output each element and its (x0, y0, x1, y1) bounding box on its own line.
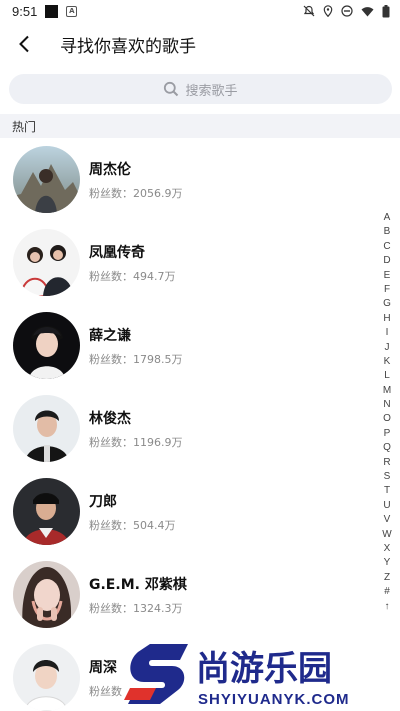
index-letter[interactable]: G (383, 297, 391, 311)
header: 寻找你喜欢的歌手 (0, 22, 400, 66)
index-letter[interactable]: O (383, 412, 391, 426)
singer-name: 周深 (89, 659, 117, 676)
dnd-icon (341, 5, 353, 17)
search-input[interactable]: 搜索歌手 (9, 74, 392, 104)
singer-row[interactable]: 凤凰传奇 粉丝数：494.7万 (0, 221, 380, 304)
singer-list: 周杰伦 粉丝数：2056.9万 凤凰传奇 粉丝数：494.7万 薛之谦 粉丝数：… (0, 138, 380, 711)
index-letter[interactable]: V (384, 513, 391, 527)
singer-avatar (13, 312, 80, 379)
singer-name: 周杰伦 (89, 161, 131, 178)
index-letter[interactable]: T (384, 484, 390, 498)
index-letter[interactable]: Q (383, 441, 391, 455)
back-arrow-icon (19, 35, 29, 53)
singer-name: 刀郎 (89, 493, 117, 510)
fans-count: 粉丝数 (89, 684, 122, 698)
watermark-url: SHYIYUANYK.COM (198, 691, 350, 708)
alphabet-index[interactable]: A B C D E F G H I J K L M N O P Q R S T U V W X Y Z # ↑ (380, 211, 394, 614)
back-button[interactable] (2, 22, 46, 66)
index-letter[interactable]: # (384, 585, 390, 599)
watermark-brand: 尚游乐园 (196, 649, 332, 689)
index-letter[interactable]: W (382, 528, 391, 542)
fans-count: 粉丝数：1324.3万 (89, 601, 183, 615)
fans-count: 粉丝数：1196.9万 (89, 435, 183, 449)
index-letter[interactable]: J (385, 341, 390, 355)
index-letter[interactable]: C (383, 240, 390, 254)
index-letter[interactable]: P (384, 427, 391, 441)
singer-row[interactable]: 刀郎 粉丝数：504.4万 (0, 470, 380, 553)
singer-row[interactable]: 林俊杰 粉丝数：1196.9万 (0, 387, 380, 470)
battery-icon (382, 4, 390, 17)
index-letter[interactable]: X (384, 542, 391, 556)
singer-avatar (13, 395, 80, 462)
index-letter[interactable]: ↑ (385, 600, 390, 614)
singer-name: G.E.M. 邓紫棋 (89, 576, 187, 593)
section-header-hot: 热门 (0, 114, 400, 138)
app-notification-icon: A (66, 5, 78, 17)
index-letter[interactable]: F (384, 283, 390, 297)
singer-avatar (13, 644, 80, 711)
singer-row[interactable]: G.E.M. 邓紫棋 粉丝数：1324.3万 (0, 553, 380, 636)
index-letter[interactable]: Y (384, 556, 391, 570)
fans-count: 粉丝数：494.7万 (89, 269, 176, 283)
index-letter[interactable]: Z (384, 571, 390, 585)
index-letter[interactable]: S (384, 470, 391, 484)
watermark: 尚游乐园 SHYIYUANYK.COM (120, 640, 400, 711)
mute-icon (303, 5, 315, 17)
status-time: 9:51 (12, 3, 38, 19)
index-letter[interactable]: D (383, 254, 390, 268)
search-placeholder: 搜索歌手 (185, 83, 238, 99)
index-letter[interactable]: K (384, 355, 391, 369)
singer-row[interactable]: 薛之谦 粉丝数：1798.5万 (0, 304, 380, 387)
index-letter[interactable]: L (384, 369, 390, 383)
index-letter[interactable]: N (383, 398, 390, 412)
search-icon (164, 81, 179, 97)
location-icon (323, 5, 333, 17)
index-letter[interactable]: E (384, 269, 391, 283)
page-title: 寻找你喜欢的歌手 (60, 36, 196, 57)
index-letter[interactable]: I (386, 326, 389, 340)
fans-count: 粉丝数：2056.9万 (89, 186, 183, 200)
singer-name: 薛之谦 (89, 327, 131, 344)
index-letter[interactable]: H (383, 312, 390, 326)
notification-icon (45, 4, 59, 18)
fans-count: 粉丝数：504.4万 (89, 518, 176, 532)
singer-avatar (13, 229, 80, 296)
singer-avatar (13, 561, 80, 628)
singer-avatar (13, 478, 80, 545)
index-letter[interactable]: R (383, 456, 390, 470)
singer-avatar (13, 146, 80, 213)
index-letter[interactable]: U (383, 499, 390, 513)
singer-row[interactable]: 周杰伦 粉丝数：2056.9万 (0, 138, 380, 221)
index-letter[interactable]: M (383, 384, 391, 398)
index-letter[interactable]: B (384, 225, 391, 239)
wifi-icon (361, 6, 374, 16)
fans-count: 粉丝数：1798.5万 (89, 352, 183, 366)
index-letter[interactable]: A (384, 211, 391, 225)
singer-name: 林俊杰 (89, 410, 131, 427)
status-bar: 9:51 A (0, 0, 400, 22)
singer-name: 凤凰传奇 (89, 244, 145, 261)
